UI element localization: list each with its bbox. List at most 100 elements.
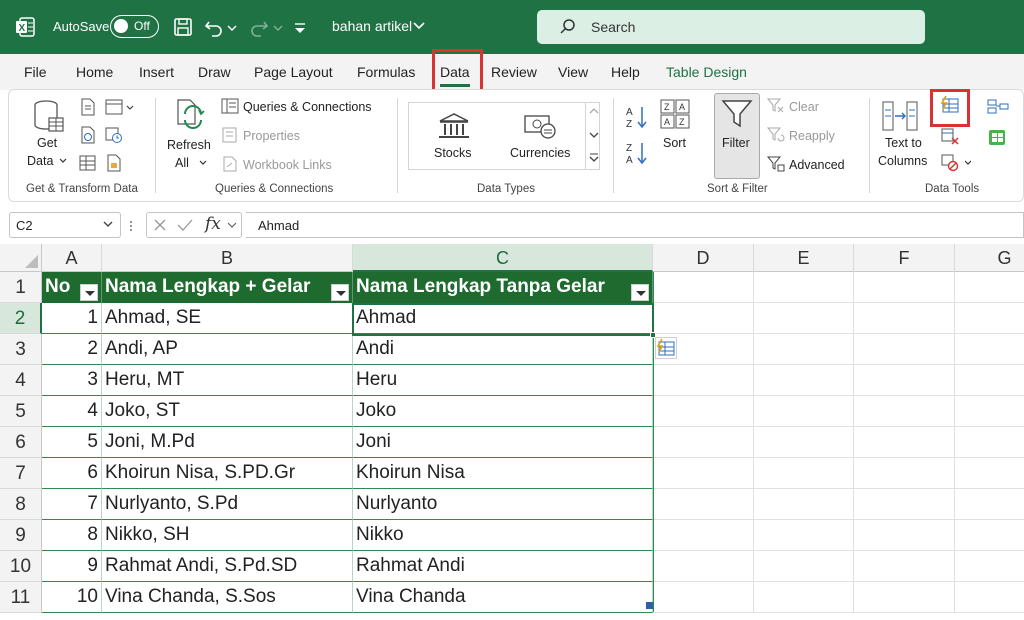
table-cell[interactable]: 3 bbox=[42, 365, 102, 396]
column-header-e[interactable]: E bbox=[754, 244, 854, 272]
empty-cell[interactable] bbox=[653, 489, 754, 520]
column-header-b[interactable]: B bbox=[102, 244, 353, 272]
more-options-icon[interactable] bbox=[128, 220, 134, 232]
document-title[interactable]: bahan artikel bbox=[332, 18, 412, 34]
from-text-csv-icon[interactable] bbox=[79, 98, 97, 116]
row-header-4[interactable]: 4 bbox=[0, 365, 42, 396]
empty-cell[interactable] bbox=[653, 582, 754, 613]
empty-cell[interactable] bbox=[754, 365, 854, 396]
empty-cell[interactable] bbox=[653, 272, 754, 303]
row-header-11[interactable]: 11 bbox=[0, 582, 42, 613]
scroll-down-icon[interactable] bbox=[589, 131, 599, 139]
empty-cell[interactable] bbox=[754, 427, 854, 458]
empty-cell[interactable] bbox=[754, 489, 854, 520]
empty-cell[interactable] bbox=[955, 582, 1024, 613]
empty-cell[interactable] bbox=[955, 272, 1024, 303]
customize-toolbar-icon[interactable] bbox=[292, 16, 308, 38]
row-header-1[interactable]: 1 bbox=[0, 272, 42, 303]
advanced-filter-icon[interactable] bbox=[767, 156, 785, 172]
queries-connections-icon[interactable] bbox=[221, 98, 239, 114]
currencies-icon[interactable] bbox=[523, 112, 557, 140]
scroll-up-icon[interactable] bbox=[589, 107, 599, 115]
table-cell[interactable]: Joko bbox=[353, 396, 653, 427]
from-web-icon-2[interactable] bbox=[79, 126, 97, 144]
undo-icon[interactable] bbox=[203, 16, 225, 38]
stocks-button[interactable]: Stocks bbox=[434, 146, 472, 160]
empty-cell[interactable] bbox=[754, 396, 854, 427]
table-cell[interactable]: 6 bbox=[42, 458, 102, 489]
name-box[interactable]: C2 bbox=[9, 212, 121, 238]
filter-dropdown-button[interactable] bbox=[331, 284, 349, 301]
empty-cell[interactable] bbox=[754, 520, 854, 551]
empty-cell[interactable] bbox=[955, 489, 1024, 520]
table-header-cell[interactable]: Nama Lengkap Tanpa Gelar bbox=[353, 272, 653, 303]
table-cell[interactable]: Nikko bbox=[353, 520, 653, 551]
filter-label[interactable]: Filter bbox=[722, 136, 750, 150]
table-cell[interactable]: Ahmad, SE bbox=[102, 303, 353, 334]
table-cell[interactable]: Andi, AP bbox=[102, 334, 353, 365]
undo-dropdown-icon[interactable] bbox=[226, 16, 238, 38]
text-to-columns-icon[interactable] bbox=[881, 98, 921, 134]
sort-button[interactable]: Sort bbox=[663, 136, 686, 150]
data-model-icon[interactable] bbox=[987, 128, 1009, 148]
get-data-label-2[interactable]: Data bbox=[27, 154, 53, 168]
filter-icon[interactable] bbox=[720, 98, 754, 130]
table-cell[interactable]: Andi bbox=[353, 334, 653, 365]
table-cell[interactable]: Vina Chanda bbox=[353, 582, 653, 613]
remove-duplicates-icon[interactable] bbox=[940, 128, 960, 146]
empty-cell[interactable] bbox=[854, 520, 955, 551]
insert-function-button[interactable]: fx bbox=[205, 214, 221, 234]
formula-input[interactable]: Ahmad bbox=[246, 212, 1024, 238]
table-cell[interactable]: 8 bbox=[42, 520, 102, 551]
stocks-icon[interactable] bbox=[437, 112, 471, 140]
tab-help[interactable]: Help bbox=[611, 64, 640, 80]
empty-cell[interactable] bbox=[653, 365, 754, 396]
existing-connections-icon[interactable] bbox=[105, 154, 123, 172]
table-cell[interactable]: 4 bbox=[42, 396, 102, 427]
empty-cell[interactable] bbox=[754, 272, 854, 303]
empty-cell[interactable] bbox=[653, 396, 754, 427]
text-to-columns-label-2[interactable]: Columns bbox=[878, 154, 927, 168]
column-header-d[interactable]: D bbox=[653, 244, 754, 272]
empty-cell[interactable] bbox=[955, 303, 1024, 334]
column-header-c[interactable]: C bbox=[353, 244, 653, 272]
table-cell[interactable]: Heru bbox=[353, 365, 653, 396]
queries-connections-button[interactable]: Queries & Connections bbox=[243, 100, 372, 114]
save-icon[interactable] bbox=[172, 16, 194, 38]
empty-cell[interactable] bbox=[653, 551, 754, 582]
table-resize-handle[interactable] bbox=[646, 602, 653, 609]
tab-formulas[interactable]: Formulas bbox=[357, 64, 415, 80]
empty-cell[interactable] bbox=[754, 582, 854, 613]
empty-cell[interactable] bbox=[854, 458, 955, 489]
empty-cell[interactable] bbox=[653, 458, 754, 489]
consolidate-icon[interactable] bbox=[987, 98, 1009, 116]
empty-cell[interactable] bbox=[955, 458, 1024, 489]
empty-cell[interactable] bbox=[955, 551, 1024, 582]
flash-fill-options-button[interactable] bbox=[655, 337, 677, 359]
column-header-a[interactable]: A bbox=[42, 244, 102, 272]
cancel-icon[interactable] bbox=[153, 218, 167, 232]
text-to-columns-label-1[interactable]: Text to bbox=[885, 136, 922, 150]
worksheet-grid[interactable]: A B C D E F G 1 2 3 4 5 6 7 8 9 10 11 No Nama Lengkap + Gel… bbox=[0, 244, 1024, 620]
table-cell[interactable]: 2 bbox=[42, 334, 102, 365]
empty-cell[interactable] bbox=[854, 427, 955, 458]
table-cell[interactable]: Joni bbox=[353, 427, 653, 458]
from-web-icon[interactable] bbox=[105, 98, 135, 116]
empty-cell[interactable] bbox=[754, 334, 854, 365]
row-header-3[interactable]: 3 bbox=[0, 334, 42, 365]
database-icon[interactable] bbox=[31, 98, 65, 134]
row-header-8[interactable]: 8 bbox=[0, 489, 42, 520]
empty-cell[interactable] bbox=[653, 303, 754, 334]
refresh-all-icon[interactable] bbox=[173, 98, 209, 134]
tab-review[interactable]: Review bbox=[491, 64, 537, 80]
row-header-6[interactable]: 6 bbox=[0, 427, 42, 458]
gallery-more-icon[interactable] bbox=[589, 152, 599, 164]
refresh-label-2[interactable]: All bbox=[175, 156, 189, 170]
row-header-9[interactable]: 9 bbox=[0, 520, 42, 551]
table-cell[interactable]: 7 bbox=[42, 489, 102, 520]
from-table-icon[interactable] bbox=[79, 154, 97, 172]
table-cell[interactable]: Rahmat Andi, S.Pd.SD bbox=[102, 551, 353, 582]
empty-cell[interactable] bbox=[854, 334, 955, 365]
table-header-cell[interactable]: Nama Lengkap + Gelar bbox=[102, 272, 353, 303]
autosave-toggle[interactable]: Off bbox=[110, 15, 159, 38]
